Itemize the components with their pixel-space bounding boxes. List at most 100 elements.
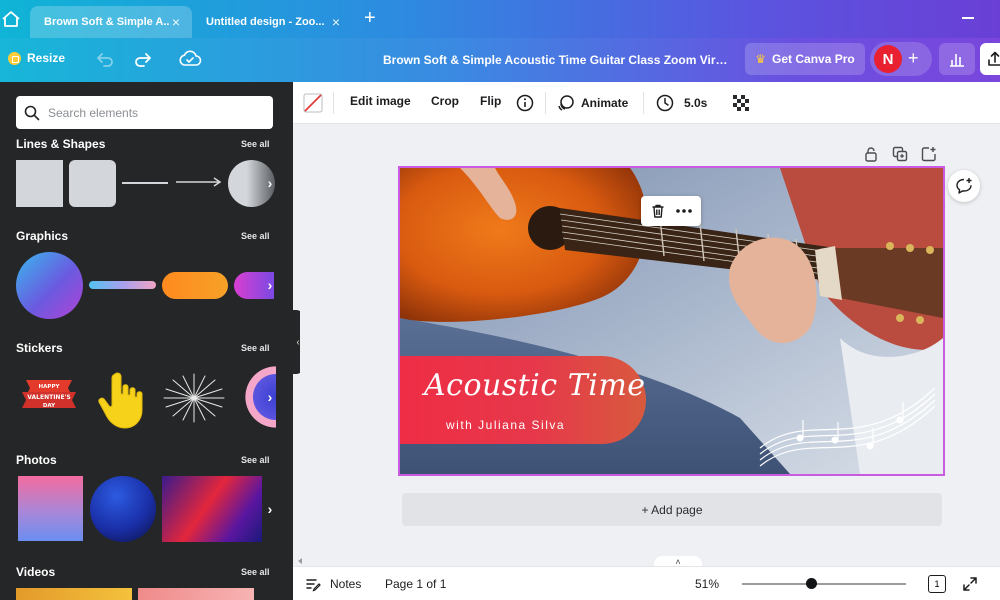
gradient-photo-thumbnail[interactable]: [18, 476, 83, 541]
elements-panel: Lines & Shapes See all › Graphics See al…: [0, 82, 293, 600]
trash-icon[interactable]: [650, 203, 666, 219]
redo-icon[interactable]: [134, 50, 152, 68]
zoom-level[interactable]: 51%: [695, 577, 719, 591]
duration-label: 5.0s: [684, 96, 708, 110]
valentines-sticker[interactable]: HAPPY VALENTINE'S DAY: [20, 374, 78, 414]
toolbar-divider: [545, 92, 546, 114]
browser-tab[interactable]: Untitled design - Zoo... ×: [192, 6, 352, 38]
crop-button[interactable]: Crop: [431, 94, 459, 108]
animate-button[interactable]: Animate: [557, 94, 628, 112]
transparency-icon[interactable]: [733, 95, 749, 111]
valentine-banner-icon: HAPPY VALENTINE'S DAY: [22, 380, 76, 409]
animate-icon: [558, 95, 574, 111]
square-shape-thumbnail[interactable]: [16, 160, 63, 207]
rounded-square-thumbnail[interactable]: [69, 160, 116, 207]
bar-chart-icon: [950, 54, 964, 67]
resize-label: Resize: [27, 51, 66, 65]
video-thumbnail[interactable]: [16, 588, 132, 600]
design-title[interactable]: Acoustic Time: [424, 368, 646, 403]
document-title[interactable]: Brown Soft & Simple Acoustic Time Guitar…: [383, 53, 728, 67]
arrow-line-thumbnail[interactable]: [175, 175, 223, 189]
clock-icon: [656, 94, 674, 112]
svg-text:HAPPY: HAPPY: [39, 384, 61, 390]
chevron-right-icon[interactable]: ›: [263, 494, 277, 524]
title-banner[interactable]: Acoustic Time with Juliana Silva: [400, 356, 646, 444]
resize-button[interactable]: Resize: [8, 51, 65, 65]
chevron-right-icon[interactable]: ›: [263, 270, 277, 300]
gradient-line-graphic[interactable]: [89, 281, 156, 289]
avatar[interactable]: N: [874, 45, 902, 73]
collaborators: N +: [870, 42, 932, 76]
minimize-icon[interactable]: [962, 17, 974, 19]
see-all-link[interactable]: See all: [241, 567, 270, 577]
add-page-button[interactable]: + Add page: [402, 493, 942, 526]
page-indicator[interactable]: Page 1 of 1: [385, 577, 446, 591]
insights-button[interactable]: [939, 43, 975, 75]
section-title-lines-shapes: Lines & Shapes: [16, 137, 106, 151]
editor-header: Resize Brown Soft & Simple Acoustic Time…: [0, 38, 1000, 82]
close-icon[interactable]: ×: [170, 14, 182, 30]
new-tab-button[interactable]: +: [364, 8, 376, 28]
add-page-icon[interactable]: [921, 146, 937, 162]
animate-label: Animate: [581, 96, 629, 110]
share-icon: [988, 51, 1000, 66]
notes-icon[interactable]: [305, 576, 321, 592]
fullscreen-icon[interactable]: [962, 576, 978, 592]
color-swatch-icon[interactable]: [303, 93, 323, 113]
browser-tab-bar: Brown Soft & Simple A... × Untitled desi…: [0, 0, 1000, 38]
lock-icon[interactable]: [863, 146, 879, 162]
info-icon[interactable]: [516, 94, 534, 112]
svg-text:VALENTINE'S: VALENTINE'S: [27, 394, 70, 401]
edit-image-button[interactable]: Edit image: [350, 94, 411, 108]
search-box[interactable]: [16, 96, 273, 129]
video-thumbnail[interactable]: [138, 588, 254, 600]
section-title-photos: Photos: [16, 453, 57, 467]
grid-view-button[interactable]: 1: [928, 575, 946, 593]
search-input[interactable]: [48, 105, 258, 120]
see-all-link[interactable]: See all: [241, 231, 270, 241]
share-button[interactable]: [980, 43, 1000, 75]
duration-button[interactable]: 5.0s: [656, 94, 707, 112]
bottom-bar: Notes Page 1 of 1 51% 1: [293, 566, 1000, 600]
chevron-right-icon[interactable]: ›: [263, 168, 277, 198]
music-staff-decoration: [759, 387, 936, 467]
search-icon: [24, 105, 40, 120]
close-icon[interactable]: ×: [330, 14, 342, 30]
crown-icon: ♛: [755, 52, 767, 66]
section-title-stickers: Stickers: [16, 341, 63, 355]
page-count-badge: 1: [934, 579, 940, 589]
see-all-link[interactable]: See all: [241, 455, 270, 465]
blue-sphere-photo-thumbnail[interactable]: [90, 476, 156, 542]
cloud-save-icon[interactable]: [178, 49, 202, 69]
notes-button[interactable]: Notes: [330, 577, 361, 591]
flip-button[interactable]: Flip: [480, 94, 501, 108]
duplicate-page-icon[interactable]: [892, 146, 908, 162]
zoom-slider[interactable]: [742, 583, 906, 585]
zoom-slider-handle[interactable]: [806, 578, 817, 589]
add-collaborator-button[interactable]: +: [908, 48, 919, 69]
toolbar-divider: [333, 92, 334, 114]
get-canva-pro-button[interactable]: ♛ Get Canva Pro: [745, 43, 865, 75]
horizontal-scrollbar[interactable]: [296, 556, 1000, 566]
starburst-sticker[interactable]: [161, 372, 227, 424]
undo-icon[interactable]: [96, 50, 114, 68]
see-all-link[interactable]: See all: [241, 343, 270, 353]
see-all-link[interactable]: See all: [241, 139, 270, 149]
line-thumbnail[interactable]: [122, 182, 168, 184]
get-pro-label: Get Canva Pro: [772, 52, 855, 66]
more-options-icon[interactable]: [675, 203, 693, 219]
pointing-hand-sticker[interactable]: [95, 370, 151, 430]
abstract-photo-thumbnail[interactable]: [162, 476, 262, 542]
gradient-circle-graphic[interactable]: [16, 252, 83, 319]
orange-pill-graphic[interactable]: [162, 272, 228, 299]
toolbar-divider: [643, 92, 644, 114]
home-icon[interactable]: [0, 8, 22, 30]
design-subtitle[interactable]: with Juliana Silva: [446, 418, 565, 432]
chevron-right-icon[interactable]: ›: [263, 382, 277, 412]
add-comment-button[interactable]: [948, 170, 980, 202]
browser-tab-active[interactable]: Brown Soft & Simple A... ×: [30, 6, 192, 38]
comment-plus-icon: [956, 178, 972, 194]
element-floating-menu: [641, 196, 701, 226]
resize-icon: [8, 51, 21, 65]
svg-text:DAY: DAY: [43, 403, 56, 409]
